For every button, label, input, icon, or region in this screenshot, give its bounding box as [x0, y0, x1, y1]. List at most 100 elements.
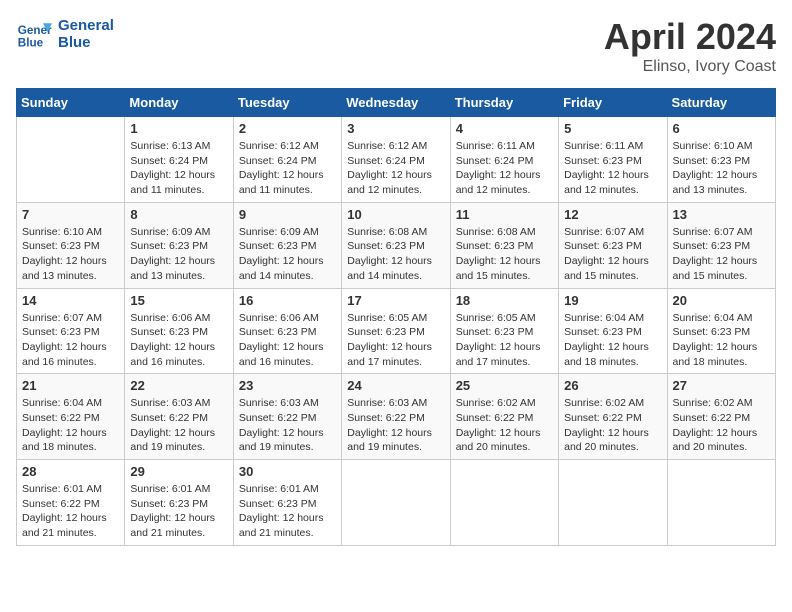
day-number: 4: [456, 121, 553, 136]
calendar-cell: 10 Sunrise: 6:08 AM Sunset: 6:23 PM Dayli…: [342, 202, 450, 288]
day-info: Sunrise: 6:01 AM Sunset: 6:22 PM Dayligh…: [22, 482, 119, 541]
day-number: 19: [564, 293, 661, 308]
weekday-header-friday: Friday: [559, 89, 667, 117]
day-number: 27: [673, 378, 770, 393]
calendar-cell: 13 Sunrise: 6:07 AM Sunset: 6:23 PM Dayli…: [667, 202, 775, 288]
day-number: 17: [347, 293, 444, 308]
day-number: 24: [347, 378, 444, 393]
calendar-title: April 2024: [604, 16, 776, 58]
logo: General Blue General Blue: [16, 16, 114, 52]
calendar-cell: 14 Sunrise: 6:07 AM Sunset: 6:23 PM Dayli…: [17, 288, 125, 374]
day-info: Sunrise: 6:04 AM Sunset: 6:23 PM Dayligh…: [564, 311, 661, 370]
day-info: Sunrise: 6:07 AM Sunset: 6:23 PM Dayligh…: [22, 311, 119, 370]
day-info: Sunrise: 6:08 AM Sunset: 6:23 PM Dayligh…: [347, 225, 444, 284]
day-number: 3: [347, 121, 444, 136]
calendar-cell: 26 Sunrise: 6:02 AM Sunset: 6:22 PM Dayli…: [559, 374, 667, 460]
calendar-cell: 4 Sunrise: 6:11 AM Sunset: 6:24 PM Daylig…: [450, 117, 558, 203]
day-info: Sunrise: 6:10 AM Sunset: 6:23 PM Dayligh…: [22, 225, 119, 284]
day-info: Sunrise: 6:08 AM Sunset: 6:23 PM Dayligh…: [456, 225, 553, 284]
day-info: Sunrise: 6:11 AM Sunset: 6:23 PM Dayligh…: [564, 139, 661, 198]
weekday-header-sunday: Sunday: [17, 89, 125, 117]
calendar-cell: 3Sunrise: 6:12 AM Sunset: 6:24 PM Daylig…: [342, 117, 450, 203]
svg-text:Blue: Blue: [18, 37, 44, 50]
calendar-cell: 23 Sunrise: 6:03 AM Sunset: 6:22 PM Dayli…: [233, 374, 341, 460]
calendar-week-0: 1 Sunrise: 6:13 AM Sunset: 6:24 PM Daylig…: [17, 117, 776, 203]
calendar-cell: 28 Sunrise: 6:01 AM Sunset: 6:22 PM Dayli…: [17, 460, 125, 546]
day-info: Sunrise: 6:13 AM Sunset: 6:24 PM Dayligh…: [130, 139, 227, 198]
calendar-week-1: 7 Sunrise: 6:10 AM Sunset: 6:23 PM Daylig…: [17, 202, 776, 288]
day-info: Sunrise: 6:02 AM Sunset: 6:22 PM Dayligh…: [673, 396, 770, 455]
calendar-cell: [17, 117, 125, 203]
day-number: 22: [130, 378, 227, 393]
day-number: 18: [456, 293, 553, 308]
calendar-cell: 2 Sunrise: 6:12 AM Sunset: 6:24 PM Daylig…: [233, 117, 341, 203]
day-info: Sunrise: 6:06 AM Sunset: 6:23 PM Dayligh…: [239, 311, 336, 370]
calendar-cell: [667, 460, 775, 546]
calendar-cell: 16 Sunrise: 6:06 AM Sunset: 6:23 PM Dayli…: [233, 288, 341, 374]
calendar-cell: 12Sunrise: 6:07 AM Sunset: 6:23 PM Dayli…: [559, 202, 667, 288]
calendar-cell: 1 Sunrise: 6:13 AM Sunset: 6:24 PM Daylig…: [125, 117, 233, 203]
day-info: Sunrise: 6:03 AM Sunset: 6:22 PM Dayligh…: [130, 396, 227, 455]
day-number: 10: [347, 207, 444, 222]
calendar-cell: 20 Sunrise: 6:04 AM Sunset: 6:23 PM Dayli…: [667, 288, 775, 374]
day-number: 7: [22, 207, 119, 222]
day-info: Sunrise: 6:05 AM Sunset: 6:23 PM Dayligh…: [456, 311, 553, 370]
day-number: 28: [22, 464, 119, 479]
day-info: Sunrise: 6:12 AM Sunset: 6:24 PM Dayligh…: [239, 139, 336, 198]
weekday-header-saturday: Saturday: [667, 89, 775, 117]
calendar-cell: 6Sunrise: 6:10 AM Sunset: 6:23 PM Daylig…: [667, 117, 775, 203]
day-number: 30: [239, 464, 336, 479]
calendar-cell: 17 Sunrise: 6:05 AM Sunset: 6:23 PM Dayli…: [342, 288, 450, 374]
day-info: Sunrise: 6:03 AM Sunset: 6:22 PM Dayligh…: [239, 396, 336, 455]
calendar-week-2: 14 Sunrise: 6:07 AM Sunset: 6:23 PM Dayli…: [17, 288, 776, 374]
calendar-table: SundayMondayTuesdayWednesdayThursdayFrid…: [16, 88, 776, 546]
calendar-cell: 9 Sunrise: 6:09 AM Sunset: 6:23 PM Daylig…: [233, 202, 341, 288]
day-info: Sunrise: 6:11 AM Sunset: 6:24 PM Dayligh…: [456, 139, 553, 198]
weekday-header-thursday: Thursday: [450, 89, 558, 117]
calendar-cell: 24 Sunrise: 6:03 AM Sunset: 6:22 PM Dayli…: [342, 374, 450, 460]
day-number: 8: [130, 207, 227, 222]
day-number: 25: [456, 378, 553, 393]
calendar-cell: 30 Sunrise: 6:01 AM Sunset: 6:23 PM Dayli…: [233, 460, 341, 546]
weekday-header-wednesday: Wednesday: [342, 89, 450, 117]
calendar-cell: 27 Sunrise: 6:02 AM Sunset: 6:22 PM Dayli…: [667, 374, 775, 460]
day-number: 2: [239, 121, 336, 136]
day-number: 9: [239, 207, 336, 222]
day-number: 20: [673, 293, 770, 308]
calendar-cell: 29Sunrise: 6:01 AM Sunset: 6:23 PM Dayli…: [125, 460, 233, 546]
calendar-cell: 5 Sunrise: 6:11 AM Sunset: 6:23 PM Daylig…: [559, 117, 667, 203]
calendar-cell: 11 Sunrise: 6:08 AM Sunset: 6:23 PM Dayli…: [450, 202, 558, 288]
logo-icon: General Blue: [16, 16, 52, 52]
day-number: 5: [564, 121, 661, 136]
day-number: 1: [130, 121, 227, 136]
calendar-cell: [450, 460, 558, 546]
day-number: 14: [22, 293, 119, 308]
day-info: Sunrise: 6:06 AM Sunset: 6:23 PM Dayligh…: [130, 311, 227, 370]
day-number: 16: [239, 293, 336, 308]
day-info: Sunrise: 6:09 AM Sunset: 6:23 PM Dayligh…: [239, 225, 336, 284]
header: General Blue General Blue April 2024 Eli…: [16, 16, 776, 76]
calendar-cell: [342, 460, 450, 546]
day-info: Sunrise: 6:01 AM Sunset: 6:23 PM Dayligh…: [130, 482, 227, 541]
day-info: Sunrise: 6:09 AM Sunset: 6:23 PM Dayligh…: [130, 225, 227, 284]
day-number: 26: [564, 378, 661, 393]
title-block: April 2024 Elinso, Ivory Coast: [604, 16, 776, 76]
day-info: Sunrise: 6:02 AM Sunset: 6:22 PM Dayligh…: [456, 396, 553, 455]
day-info: Sunrise: 6:05 AM Sunset: 6:23 PM Dayligh…: [347, 311, 444, 370]
day-number: 13: [673, 207, 770, 222]
day-info: Sunrise: 6:07 AM Sunset: 6:23 PM Dayligh…: [564, 225, 661, 284]
calendar-cell: 25 Sunrise: 6:02 AM Sunset: 6:22 PM Dayli…: [450, 374, 558, 460]
logo-blue: Blue: [58, 34, 114, 51]
calendar-cell: 21Sunrise: 6:04 AM Sunset: 6:22 PM Dayli…: [17, 374, 125, 460]
day-info: Sunrise: 6:07 AM Sunset: 6:23 PM Dayligh…: [673, 225, 770, 284]
day-info: Sunrise: 6:10 AM Sunset: 6:23 PM Dayligh…: [673, 139, 770, 198]
day-info: Sunrise: 6:02 AM Sunset: 6:22 PM Dayligh…: [564, 396, 661, 455]
day-number: 23: [239, 378, 336, 393]
day-info: Sunrise: 6:01 AM Sunset: 6:23 PM Dayligh…: [239, 482, 336, 541]
day-info: Sunrise: 6:04 AM Sunset: 6:23 PM Dayligh…: [673, 311, 770, 370]
day-number: 11: [456, 207, 553, 222]
calendar-cell: [559, 460, 667, 546]
weekday-header-monday: Monday: [125, 89, 233, 117]
weekday-header-tuesday: Tuesday: [233, 89, 341, 117]
day-info: Sunrise: 6:03 AM Sunset: 6:22 PM Dayligh…: [347, 396, 444, 455]
